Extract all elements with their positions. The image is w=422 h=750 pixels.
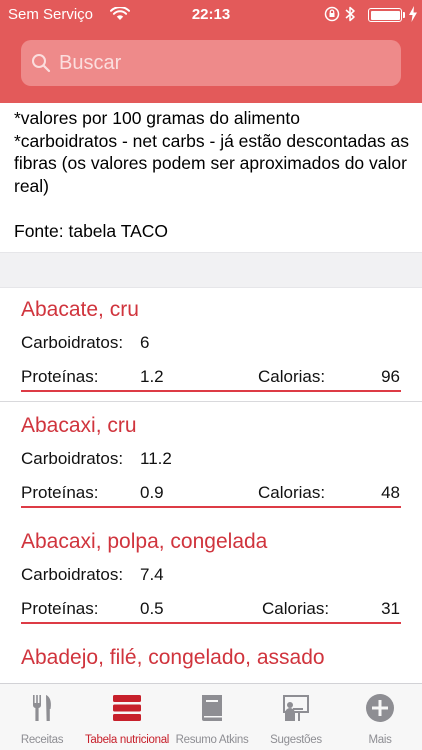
carbs-value: 6 <box>140 333 150 352</box>
food-row[interactable]: Abacate, cru Carboidratos: 6 Proteínas: … <box>0 288 422 404</box>
protein-label: Proteínas: <box>21 599 99 618</box>
carbs-value: 7.4 <box>140 565 164 584</box>
tab-mais[interactable]: Mais <box>338 684 422 750</box>
battery-tip <box>403 12 405 18</box>
battery-level <box>370 10 400 20</box>
protein-value: 0.9 <box>140 483 164 502</box>
food-row[interactable]: Abacaxi, cru Carboidratos: 11.2 Proteína… <box>0 404 422 520</box>
bluetooth-icon <box>345 6 355 22</box>
note-line-1: *valores por 100 gramas do alimento <box>14 108 300 128</box>
protein-value: 0.5 <box>140 599 164 618</box>
search-bar[interactable] <box>21 40 401 86</box>
food-name: Abacate, cru <box>21 298 139 321</box>
tab-sugestoes[interactable]: Sugestões <box>254 684 338 750</box>
info-note: *valores por 100 gramas do alimento *car… <box>14 107 414 197</box>
carbs-label: Carboidratos: <box>21 565 124 584</box>
protein-label: Proteínas: <box>21 483 99 502</box>
tab-receitas[interactable]: Receitas <box>0 684 84 750</box>
calories-value: 31 <box>381 599 400 618</box>
book-icon <box>202 695 222 721</box>
tab-label: Tabela nutricional <box>84 734 170 746</box>
tab-resumo-atkins[interactable]: Resumo Atkins <box>170 684 254 750</box>
tab-tabela-nutricional[interactable]: Tabela nutricional <box>84 684 170 750</box>
search-input[interactable] <box>59 40 389 86</box>
search-icon <box>32 54 51 73</box>
tab-bar: Receitas Tabela nutricional Resumo Atkin… <box>0 683 422 750</box>
carbs-value: 11.2 <box>140 449 172 468</box>
fork-knife-icon <box>32 695 51 721</box>
status-bar: Sem Serviço 22:13 <box>0 0 422 30</box>
tab-label: Sugestões <box>270 734 322 746</box>
row-underline <box>21 622 401 624</box>
row-underline <box>21 390 401 392</box>
protein-value: 1.2 <box>140 367 164 386</box>
presenter-icon <box>283 695 309 721</box>
tab-label: Resumo Atkins <box>175 734 249 746</box>
section-spacer <box>0 252 422 288</box>
tab-label: Mais <box>368 734 392 746</box>
list-icon <box>113 695 141 721</box>
food-row[interactable]: Abacaxi, polpa, congelada Carboidratos: … <box>0 520 422 636</box>
rotation-lock-icon <box>324 6 340 22</box>
carbs-label: Carboidratos: <box>21 333 124 352</box>
carbs-label: Carboidratos: <box>21 449 124 468</box>
note-line-2: *carboidratos - net carbs - já estão des… <box>14 130 409 196</box>
clock: 22:13 <box>191 6 231 23</box>
calories-label: Calorias: <box>262 599 330 618</box>
tab-label: Receitas <box>20 734 64 746</box>
food-name: Abadejo, filé, congelado, assado <box>21 646 325 669</box>
row-separator <box>0 401 422 402</box>
calories-label: Calorias: <box>258 483 326 502</box>
food-name: Abacaxi, polpa, congelada <box>21 530 268 553</box>
charging-bolt-icon <box>409 6 417 22</box>
protein-label: Proteínas: <box>21 367 99 386</box>
plus-circle-icon <box>366 694 394 722</box>
battery-icon <box>368 8 402 22</box>
row-underline <box>21 506 401 508</box>
calories-value: 96 <box>381 367 400 386</box>
food-row[interactable]: Abadejo, filé, congelado, assado Carboid… <box>0 636 422 683</box>
food-name: Abacaxi, cru <box>21 414 137 437</box>
source-note: Fonte: tabela TACO <box>14 221 169 241</box>
calories-value: 48 <box>381 483 400 502</box>
calories-label: Calorias: <box>258 367 326 386</box>
food-list[interactable]: Abacate, cru Carboidratos: 6 Proteínas: … <box>0 288 422 683</box>
header: Sem Serviço 22:13 <box>0 0 422 103</box>
